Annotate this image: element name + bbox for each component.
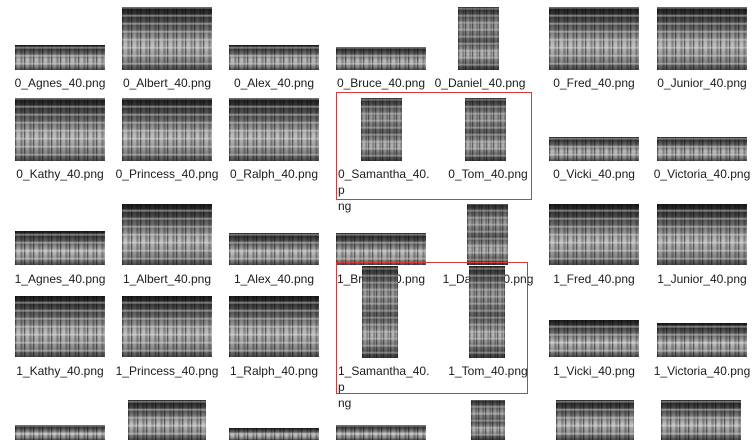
spectrogram-thumbnail[interactable]: [229, 428, 319, 440]
spectrogram-thumbnail: [229, 296, 319, 357]
file-name-label: 0_Albert_40.png: [122, 76, 212, 90]
file-name-label: 1_Samantha_40.p ng: [338, 363, 430, 411]
spectrogram-thumbnail: [657, 204, 747, 265]
spectrogram-thumbnail: [229, 233, 319, 265]
file-name-label: 0_Princess_40.png: [115, 167, 219, 181]
file-name-label: 0_Bruce_40.png: [336, 76, 426, 90]
spectrogram-thumbnail[interactable]: [661, 400, 741, 440]
file-name-part: ng: [338, 396, 352, 410]
file-name-label: 0_Vicki_40.png: [553, 167, 635, 181]
spectrogram-thumbnail: [467, 204, 508, 265]
file-name-label: 1_Victoria_40.png: [653, 364, 751, 378]
spectrogram-thumbnail: [361, 98, 402, 161]
file-name-label: 1_Kathy_40.png: [16, 364, 104, 378]
spectrogram-thumbnail: [657, 323, 747, 357]
spectrogram-thumbnail: [122, 296, 212, 357]
spectrogram-thumbnail[interactable]: [128, 400, 206, 440]
spectrogram-thumbnail: [336, 47, 426, 70]
spectrogram-thumbnail: [549, 320, 639, 357]
spectrogram-thumbnail: [122, 7, 212, 70]
file-name-label: 0_Daniel_40.png: [434, 76, 526, 90]
spectrogram-thumbnail: [122, 98, 212, 161]
spectrogram-thumbnail[interactable]: [471, 400, 505, 440]
spectrogram-thumbnail[interactable]: [336, 425, 426, 440]
file-name-label: 0_Fred_40.png: [553, 76, 635, 90]
spectrogram-thumbnail: [15, 296, 105, 357]
file-name-label: 1_Agnes_40.png: [14, 272, 106, 286]
file-name-label: 1_Ralph_40.png: [229, 364, 319, 378]
file-name-label: 0_Agnes_40.png: [14, 76, 106, 90]
file-name-label: 1_Princess_40.png: [115, 364, 219, 378]
file-name-label: 1_Junior_40.png: [657, 272, 747, 286]
file-name-label: 0_Junior_40.png: [657, 76, 747, 90]
file-name-label: 0_Samantha_40.p ng: [338, 166, 430, 214]
file-name-label: 1_Fred_40.png: [553, 272, 635, 286]
file-name-label: 0_Tom_40.png: [448, 167, 528, 181]
spectrogram-thumbnail: [458, 7, 499, 70]
spectrogram-thumbnail: [469, 266, 505, 358]
spectrogram-thumbnail: [549, 204, 639, 265]
spectrogram-thumbnail[interactable]: [15, 425, 105, 440]
spectrogram-thumbnail: [229, 45, 319, 70]
spectrogram-thumbnail: [336, 233, 426, 265]
spectrogram-thumbnail: [15, 98, 105, 161]
file-name-label: 1_Vicki_40.png: [553, 364, 635, 378]
file-name-label: 0_Victoria_40.png: [653, 167, 751, 181]
file-name-label: 0_Kathy_40.png: [16, 167, 104, 181]
file-name-label: 0_Alex_40.png: [233, 76, 315, 90]
spectrogram-thumbnail: [549, 137, 639, 161]
spectrogram-thumbnail: [657, 137, 747, 161]
file-name-part: ng: [338, 199, 352, 213]
file-name-label: 1_Albert_40.png: [122, 272, 212, 286]
file-name-part: 1_Samantha_40.p: [338, 364, 430, 394]
spectrogram-thumbnail: [549, 7, 639, 70]
spectrogram-thumbnail: [15, 45, 105, 70]
file-name-label: 1_Tom_40.png: [448, 364, 528, 378]
spectrogram-thumbnail: [229, 98, 319, 161]
spectrogram-thumbnail: [362, 266, 398, 358]
file-name-label: 1_Alex_40.png: [233, 272, 315, 286]
spectrogram-thumbnail[interactable]: [556, 400, 634, 440]
spectrogram-thumbnail: [465, 98, 506, 161]
file-name-part: 0_Samantha_40.p: [338, 167, 430, 197]
spectrogram-thumbnail: [657, 7, 747, 70]
file-name-label: 0_Ralph_40.png: [229, 167, 319, 181]
spectrogram-thumbnail: [15, 231, 105, 265]
spectrogram-thumbnail: [122, 204, 212, 265]
